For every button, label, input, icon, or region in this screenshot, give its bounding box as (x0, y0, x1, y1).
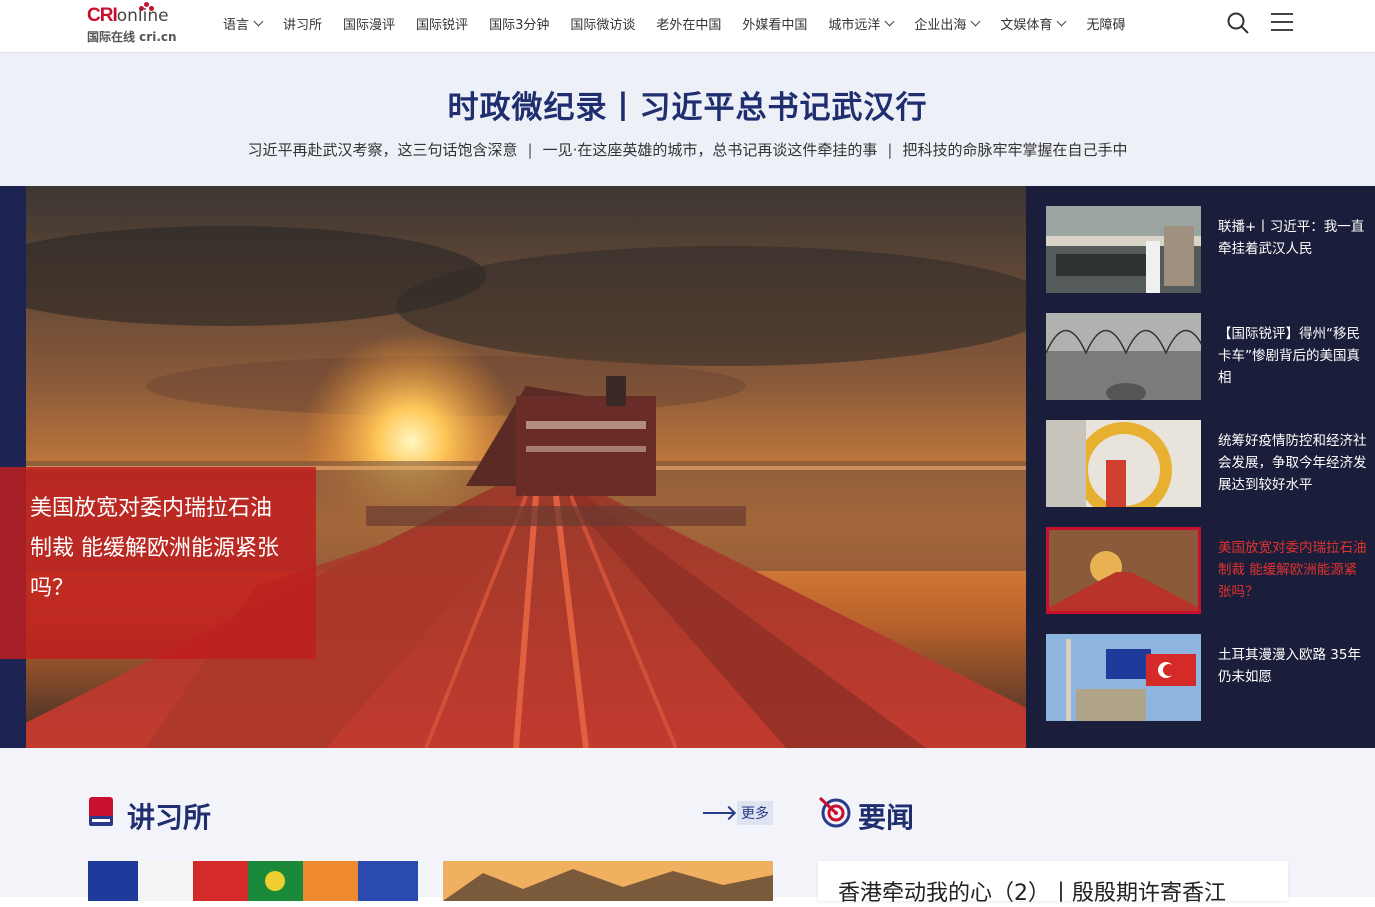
side-item-3[interactable]: 统筹好疫情防控和经济社会发展，争取今年经济发展达到较好水平 (1046, 420, 1375, 507)
card-image-flags[interactable] (88, 861, 418, 901)
chevron-down-icon (970, 16, 981, 26)
more-label: 更多 (737, 801, 773, 825)
more-button[interactable]: 更多 (703, 800, 773, 826)
side-item-1[interactable]: 联播+丨习近平：我一直牵挂着武汉人民 (1046, 206, 1375, 293)
link-separator: | (527, 141, 533, 159)
headline-news-box: 香港牵动我的心（2）丨殷殷期许寄香江 (818, 861, 1288, 906)
side-item-2[interactable]: 【国际锐评】得州“移民卡车”惨剧背后的美国真相 (1046, 313, 1375, 400)
nav-item-intl-cartoon[interactable]: 国际漫评 (343, 14, 395, 33)
hero-caption[interactable]: 美国放宽对委内瑞拉石油制裁 能缓解欧洲能源紧张吗？ (0, 467, 316, 659)
card-image-mountains[interactable] (443, 861, 773, 901)
chevron-down-icon (253, 16, 264, 26)
logo-subtitle: 国际在线 cri.cn (87, 30, 177, 44)
hero-caption-text: 美国放宽对委内瑞拉石油制裁 能缓解欧洲能源紧张吗？ (30, 496, 279, 601)
nav-item-enterprises[interactable]: 企业出海 (914, 14, 981, 33)
side-item-3-text: 统筹好疫情防控和经济社会发展，争取今年经济发展达到较好水平 (1218, 433, 1367, 493)
nav-item-intl-interview[interactable]: 国际微访谈 (570, 14, 635, 33)
thumbnail-flags-mosque (1046, 634, 1201, 721)
menu-icon[interactable] (1271, 13, 1293, 33)
top-navigation-bar: CRIonline 国际在线 cri.cn 语言 讲习所 国际漫评 国际锐评 国… (0, 0, 1375, 53)
section-title-jiangxisuo[interactable]: 讲习所 (127, 796, 211, 836)
nav-item-intl-3min[interactable]: 国际3分钟 (489, 14, 549, 33)
thumbnail-fence-capitol (1046, 313, 1201, 400)
headline-news-first[interactable]: 香港牵动我的心（2）丨殷殷期许寄香江 (838, 875, 1226, 907)
headline-link-3[interactable]: 把科技的命脉牢牢掌握在自己手中 (902, 141, 1127, 159)
side-item-5[interactable]: 土耳其漫漫入欧路 35年仍未如愿 (1046, 634, 1375, 721)
arrow-right-icon (703, 812, 733, 814)
target-icon (818, 796, 852, 828)
thumbnail-oil-tanker (1046, 527, 1201, 614)
main-nav: 语言 讲习所 国际漫评 国际锐评 国际3分钟 国际微访谈 老外在中国 外媒看中国… (223, 0, 1146, 46)
headline-link-2[interactable]: 一见·在这座英雄的城市，总书记再谈这件牵挂的事 (543, 141, 878, 159)
side-item-2-text: 【国际锐评】得州“移民卡车”惨剧背后的美国真相 (1218, 326, 1360, 386)
cri-online-logo[interactable]: CRIonline 国际在线 cri.cn (87, 2, 192, 46)
side-item-5-text: 土耳其漫漫入欧路 35年仍未如愿 (1218, 647, 1361, 685)
nav-item-foreigners-in-china[interactable]: 老外在中国 (656, 14, 721, 33)
book-icon (88, 796, 114, 828)
section-title-headlines[interactable]: 要闻 (858, 796, 914, 836)
thumbnail-tunnel-machine (1046, 420, 1201, 507)
side-item-4-text: 美国放宽对委内瑞拉石油制裁 能缓解欧洲能源紧张吗？ (1218, 540, 1367, 600)
headline-sublinks: 习近平再赴武汉考察，这三句话饱含深意 | 一见·在这座英雄的城市，总书记再谈这件牵挂… (0, 139, 1375, 160)
link-separator: | (887, 141, 893, 159)
side-item-1-text: 联播+丨习近平：我一直牵挂着武汉人民 (1218, 219, 1365, 257)
nav-item-cities[interactable]: 城市远洋 (828, 14, 895, 33)
chevron-down-icon (884, 16, 895, 26)
nav-item-entertainment-sports[interactable]: 文娱体育 (1000, 14, 1067, 33)
thumbnail-crowd (1046, 206, 1201, 293)
search-icon[interactable] (1226, 11, 1250, 35)
nav-item-foreign-media[interactable]: 外媒看中国 (742, 14, 807, 33)
logo-brand-left: CRI (87, 5, 118, 26)
side-item-4[interactable]: 美国放宽对委内瑞拉石油制裁 能缓解欧洲能源紧张吗？ (1046, 527, 1375, 614)
nav-item-language[interactable]: 语言 (223, 14, 264, 33)
headline-title[interactable]: 时政微纪录丨习近平总书记武汉行 (0, 82, 1375, 127)
lower-section: 讲习所 更多 要闻 香港牵动我的心（2）丨殷殷期许寄香江 (0, 748, 1375, 906)
nav-item-intl-commentary[interactable]: 国际锐评 (416, 14, 468, 33)
headline-link-1[interactable]: 习近平再赴武汉考察，这三句话饱含深意 (248, 141, 518, 159)
logo-brand-right: online (116, 6, 169, 26)
nav-item-jiangxisuo[interactable]: 讲习所 (283, 14, 322, 33)
chevron-down-icon (1056, 16, 1067, 26)
headline-band: 时政微纪录丨习近平总书记武汉行 习近平再赴武汉考察，这三句话饱含深意 | 一见·在这… (0, 53, 1375, 186)
nav-item-accessibility[interactable]: 无障碍 (1086, 14, 1125, 33)
hero-carousel: 美国放宽对委内瑞拉石油制裁 能缓解欧洲能源紧张吗？ 联播+丨习近平：我一直牵挂着… (0, 186, 1375, 748)
